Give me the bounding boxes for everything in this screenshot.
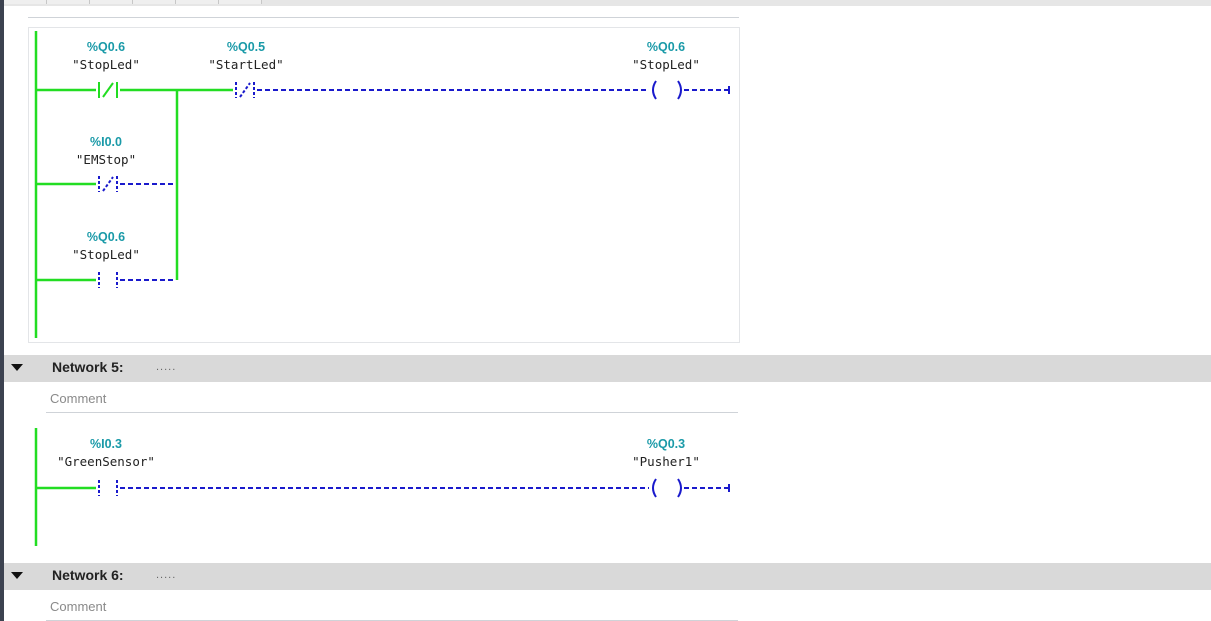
network-6-title-placeholder[interactable]: .....	[156, 569, 176, 581]
contact-address: %I0.0	[90, 135, 122, 149]
comment-placeholder: Comment	[50, 391, 107, 406]
contact-address: %I0.3	[90, 437, 122, 451]
network-6-comment-field[interactable]: Comment	[46, 595, 738, 621]
contact-address: %Q0.5	[227, 40, 265, 54]
collapse-arrow-icon[interactable]	[11, 572, 23, 579]
collapse-arrow-icon[interactable]	[11, 364, 23, 371]
contact-tag: "StartLed"	[208, 57, 283, 72]
network-5-title-placeholder[interactable]: .....	[156, 361, 176, 373]
contact-tag: "GreenSensor"	[57, 454, 155, 469]
network-5-ladder[interactable]: %I0.3 "GreenSensor" %Q0.3 "Pusher1"	[0, 420, 760, 580]
network-4-ladder[interactable]: %Q0.6 "StopLed" %Q0.5 "StartLed" %Q0.6 "…	[0, 0, 760, 360]
coil-tag: "Pusher1"	[632, 454, 700, 469]
coil-tag: "StopLed"	[632, 57, 700, 72]
contact-tag: "StopLed"	[72, 57, 140, 72]
contact-tag: "StopLed"	[72, 247, 140, 262]
network-5-title: Network 5:	[52, 359, 124, 375]
contact-address: %Q0.6	[87, 40, 125, 54]
coil-address: %Q0.6	[647, 40, 685, 54]
network-5-comment-field[interactable]: Comment	[46, 387, 738, 413]
coil-address: %Q0.3	[647, 437, 685, 451]
network-5-header[interactable]: Network 5: .....	[4, 355, 1211, 382]
contact-address: %Q0.6	[87, 230, 125, 244]
contact-tag: "EMStop"	[76, 152, 136, 167]
comment-placeholder: Comment	[50, 599, 107, 614]
network-6-title: Network 6:	[52, 567, 124, 583]
network-6-header[interactable]: Network 6: .....	[4, 563, 1211, 590]
